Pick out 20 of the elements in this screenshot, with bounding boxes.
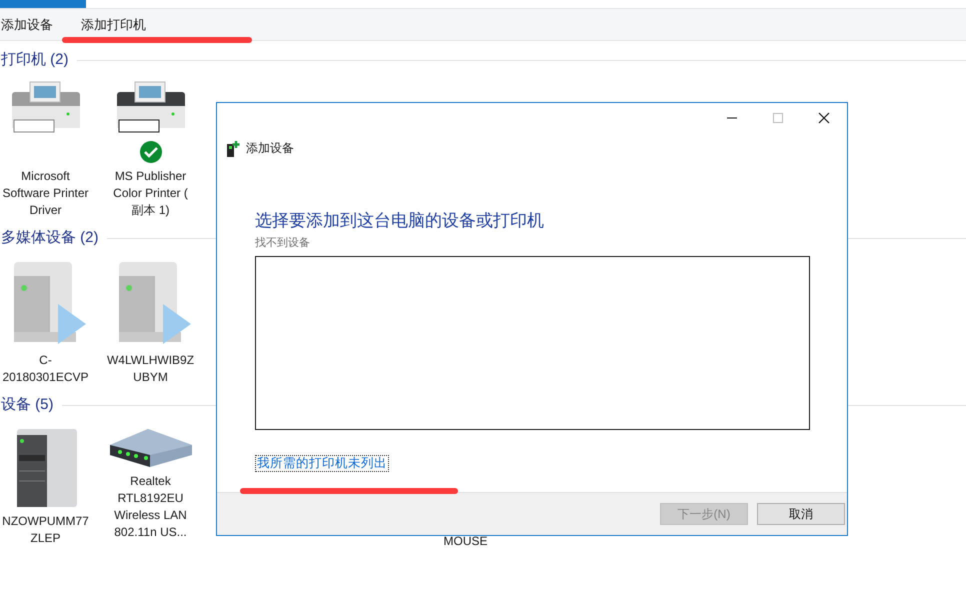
toolbar-button[interactable]: 添加打印机 bbox=[81, 14, 146, 34]
section-header[interactable]: 打印机 (2) bbox=[1, 48, 68, 72]
device-label[interactable]: C-20180301ECVP bbox=[0, 352, 90, 386]
dialog-title: 添加设备 bbox=[246, 140, 294, 158]
status-text: 找不到设备 bbox=[255, 236, 311, 251]
printer-not-listed-link[interactable]: 我所需的打印机未列出 bbox=[255, 455, 389, 472]
section-header[interactable]: 多媒体设备 (2) bbox=[1, 226, 98, 250]
device-label[interactable]: MS Publisher Color Printer ( 副本 1) bbox=[106, 168, 196, 219]
device-label[interactable]: Realtek RTL8192EU Wireless LAN 802.11n US... bbox=[106, 473, 196, 541]
section-header[interactable]: 设备 (5) bbox=[1, 394, 54, 416]
maximize-icon bbox=[772, 112, 784, 124]
device-label[interactable]: MOUSE bbox=[420, 533, 510, 550]
toolbar-button[interactable]: 添加设备 bbox=[1, 14, 53, 34]
device-label[interactable]: W4LWLHWIB9ZUBYM bbox=[106, 352, 196, 386]
device-add-icon bbox=[226, 139, 240, 158]
dialog-heading: 选择要添加到这台电脑的设备或打印机 bbox=[255, 210, 545, 232]
device-label[interactable]: Microsoft Software Printer Driver bbox=[0, 168, 90, 219]
close-icon bbox=[818, 112, 830, 124]
device-label[interactable]: NZOWPUMM77ZLEP bbox=[0, 513, 90, 547]
dialog-button[interactable]: 取消 bbox=[757, 503, 845, 525]
